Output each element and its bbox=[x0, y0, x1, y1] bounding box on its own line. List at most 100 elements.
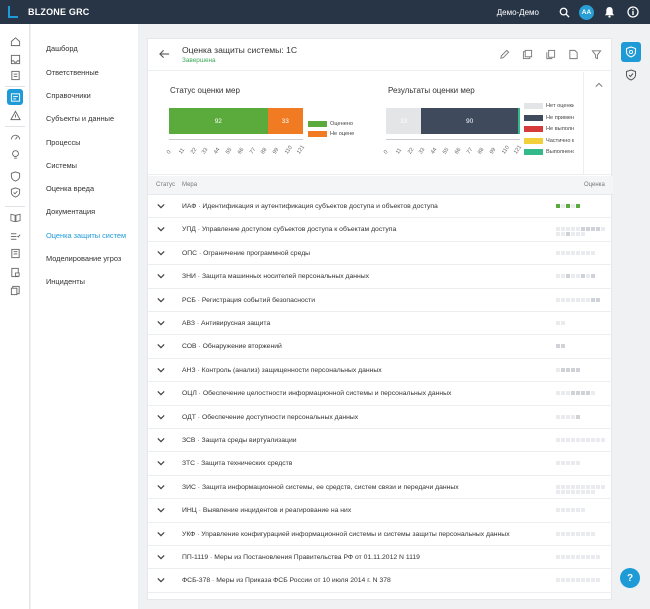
column-header-score[interactable]: Оценка bbox=[584, 182, 605, 188]
rail-divider bbox=[5, 86, 25, 87]
nav-item[interactable]: Оценка вреда bbox=[46, 184, 94, 193]
x-tick-label: 11 bbox=[177, 147, 186, 156]
user-name[interactable]: Демо-Демо bbox=[497, 8, 539, 17]
column-header-status[interactable]: Статус bbox=[156, 182, 175, 188]
shield-check-icon[interactable] bbox=[621, 65, 641, 85]
legend-item[interactable]: Частично выполнено bbox=[524, 137, 574, 144]
nav-item[interactable]: Системы bbox=[46, 161, 77, 170]
dashboard-icon[interactable] bbox=[7, 89, 23, 105]
table-row[interactable]: УКФ · Управление конфигурацией информаци… bbox=[148, 523, 613, 546]
shield-active-icon[interactable] bbox=[621, 42, 641, 62]
chevron-up-icon[interactable] bbox=[595, 81, 603, 90]
bar-value-label: 33 bbox=[281, 117, 289, 125]
help-button[interactable]: ? bbox=[620, 568, 640, 588]
score-square bbox=[601, 484, 605, 489]
legend-item[interactable]: Оценено bbox=[308, 121, 354, 127]
legend-item[interactable]: Не оценено bbox=[308, 131, 354, 137]
legend-item[interactable]: Не применимо bbox=[524, 114, 574, 121]
filter-icon[interactable] bbox=[589, 47, 603, 61]
table-row[interactable]: ЗНИ · Защита машинных носителей персонал… bbox=[148, 265, 613, 289]
nav-item[interactable]: Инциденты bbox=[46, 277, 85, 286]
score-indicator bbox=[556, 438, 606, 443]
table-row[interactable]: АВЗ · Антивирусная защита bbox=[148, 312, 613, 336]
bar-segment[interactable] bbox=[517, 108, 520, 134]
chevron-down-icon[interactable] bbox=[157, 201, 167, 211]
chevron-down-icon[interactable] bbox=[157, 318, 167, 328]
nav-item[interactable]: Документация bbox=[46, 207, 95, 216]
column-header-measure[interactable]: Мера bbox=[182, 182, 197, 188]
chevron-down-icon[interactable] bbox=[157, 435, 167, 445]
table-row[interactable]: ЗТС · Защита технических средств bbox=[148, 452, 613, 476]
score-square bbox=[571, 555, 575, 559]
nav-item[interactable]: Моделирование угроз bbox=[46, 254, 121, 263]
table-row[interactable]: ОЦЛ · Обеспечение целостности информацио… bbox=[148, 382, 613, 406]
chevron-down-icon[interactable] bbox=[157, 458, 167, 468]
nav-item[interactable]: Оценка защиты систем bbox=[46, 231, 126, 240]
table-row[interactable]: СОВ · Обнаружение вторжений bbox=[148, 335, 613, 359]
bulb-icon[interactable] bbox=[7, 146, 23, 162]
chevron-down-icon[interactable] bbox=[157, 224, 167, 234]
bar-segment[interactable]: 90 bbox=[421, 108, 518, 134]
copy-icon[interactable] bbox=[543, 47, 557, 61]
legend-item[interactable]: Нет оценки bbox=[524, 103, 574, 109]
legend-item[interactable]: Выполнено bbox=[524, 149, 574, 156]
warning-icon[interactable] bbox=[7, 107, 23, 123]
nav-item[interactable]: Субъекты и данные bbox=[46, 114, 114, 123]
table-row[interactable]: УПД · Управление доступом субъектов дост… bbox=[148, 218, 613, 242]
chevron-down-icon[interactable] bbox=[157, 575, 167, 585]
document-list-icon[interactable] bbox=[7, 245, 23, 261]
copy-document-icon[interactable] bbox=[7, 282, 23, 298]
chevron-down-icon[interactable] bbox=[157, 552, 167, 562]
table-row[interactable]: РСБ · Регистрация событий безопасности bbox=[148, 289, 613, 312]
report-icon[interactable] bbox=[7, 67, 23, 83]
gauge-icon[interactable] bbox=[7, 129, 23, 145]
edit-icon[interactable] bbox=[497, 47, 511, 61]
chevron-down-icon[interactable] bbox=[157, 482, 167, 492]
chevron-down-icon[interactable] bbox=[157, 341, 167, 351]
table-row[interactable]: ПП-1119 · Меры из Постановления Правител… bbox=[148, 546, 613, 570]
back-arrow-icon[interactable] bbox=[159, 49, 170, 61]
home-icon[interactable] bbox=[7, 33, 23, 49]
chevron-down-icon[interactable] bbox=[157, 388, 167, 398]
table-row[interactable]: ЗИС · Защита информационной системы, ее … bbox=[148, 476, 613, 500]
app-logo[interactable]: BLZONE GRC bbox=[8, 6, 90, 18]
chevron-down-icon[interactable] bbox=[157, 529, 167, 539]
legend-item[interactable]: Не выполнено bbox=[524, 126, 574, 133]
book-icon[interactable] bbox=[7, 209, 23, 225]
bar-segment[interactable]: 92 bbox=[169, 108, 268, 134]
chevron-down-icon[interactable] bbox=[157, 365, 167, 375]
inbox-icon[interactable] bbox=[7, 51, 23, 67]
checklist-icon[interactable] bbox=[7, 228, 23, 244]
compare-icon[interactable] bbox=[520, 47, 534, 61]
search-icon[interactable] bbox=[555, 3, 573, 21]
avatar[interactable]: АА bbox=[579, 4, 594, 20]
chart-title: Результаты оценки мер bbox=[388, 86, 475, 95]
shield-check-icon[interactable] bbox=[7, 184, 23, 200]
nav-item[interactable]: Дашборд bbox=[46, 44, 78, 53]
score-indicator bbox=[556, 321, 606, 326]
measure-name: Антивирусная защита bbox=[201, 320, 271, 327]
nav-item[interactable]: Справочники bbox=[46, 91, 91, 100]
score-square bbox=[586, 484, 590, 489]
document-icon[interactable] bbox=[566, 47, 580, 61]
chevron-down-icon[interactable] bbox=[157, 248, 167, 258]
chevron-down-icon[interactable] bbox=[157, 505, 167, 515]
info-icon[interactable] bbox=[624, 3, 642, 21]
lock-document-icon[interactable] bbox=[7, 264, 23, 280]
table-row[interactable]: ОПС · Ограничение программной среды bbox=[148, 242, 613, 266]
table-row[interactable]: ФСБ-378 · Меры из Приказа ФСБ России от … bbox=[148, 569, 613, 593]
chevron-down-icon[interactable] bbox=[157, 412, 167, 422]
chevron-down-icon[interactable] bbox=[157, 295, 167, 305]
table-row[interactable]: ИНЦ · Выявление инцидентов и реагировани… bbox=[148, 499, 613, 523]
bar-segment[interactable]: 33 bbox=[267, 108, 303, 134]
chevron-down-icon[interactable] bbox=[157, 271, 167, 281]
shield-list-icon[interactable] bbox=[7, 168, 23, 184]
table-row[interactable]: ИАФ · Идентификация и аутентификация суб… bbox=[148, 195, 613, 219]
table-row[interactable]: ОДТ · Обеспечение доступности персональн… bbox=[148, 406, 613, 429]
table-row[interactable]: АНЗ · Контроль (анализ) защищенности пер… bbox=[148, 359, 613, 383]
bell-icon[interactable] bbox=[600, 3, 618, 21]
nav-item[interactable]: Ответственные bbox=[46, 68, 99, 77]
bar-segment[interactable]: 33 bbox=[386, 108, 422, 134]
nav-item[interactable]: Процессы bbox=[46, 138, 81, 147]
table-row[interactable]: ЗСВ · Защита среды виртуализации bbox=[148, 429, 613, 453]
